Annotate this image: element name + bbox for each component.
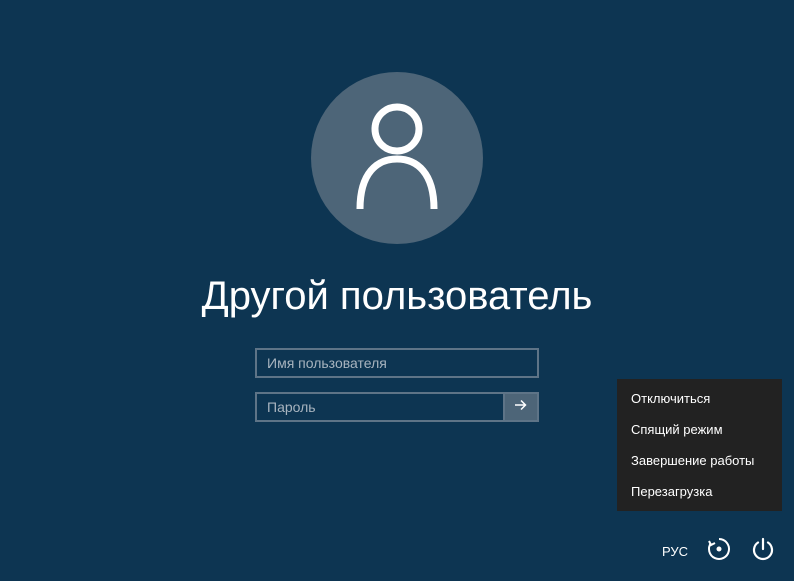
power-menu: Отключиться Спящий режим Завершение рабо…	[617, 379, 782, 511]
submit-button[interactable]	[503, 392, 539, 422]
power-menu-sleep[interactable]: Спящий режим	[617, 414, 782, 445]
avatar	[311, 72, 483, 244]
power-icon	[750, 536, 776, 567]
bottom-bar: РУС	[662, 536, 776, 567]
ease-of-access-icon	[706, 536, 732, 567]
arrow-right-icon	[512, 396, 530, 419]
power-menu-restart[interactable]: Перезагрузка	[617, 476, 782, 507]
power-menu-disconnect[interactable]: Отключиться	[617, 383, 782, 414]
power-button[interactable]	[750, 536, 776, 567]
username-row	[255, 348, 539, 378]
login-container: Другой пользователь	[0, 0, 794, 436]
password-input[interactable]	[255, 392, 503, 422]
ease-of-access-button[interactable]	[706, 536, 732, 567]
user-icon	[352, 101, 442, 216]
username-input[interactable]	[255, 348, 539, 378]
login-title: Другой пользователь	[202, 272, 593, 320]
power-menu-shutdown[interactable]: Завершение работы	[617, 445, 782, 476]
language-indicator[interactable]: РУС	[662, 544, 688, 559]
password-row	[255, 392, 539, 422]
